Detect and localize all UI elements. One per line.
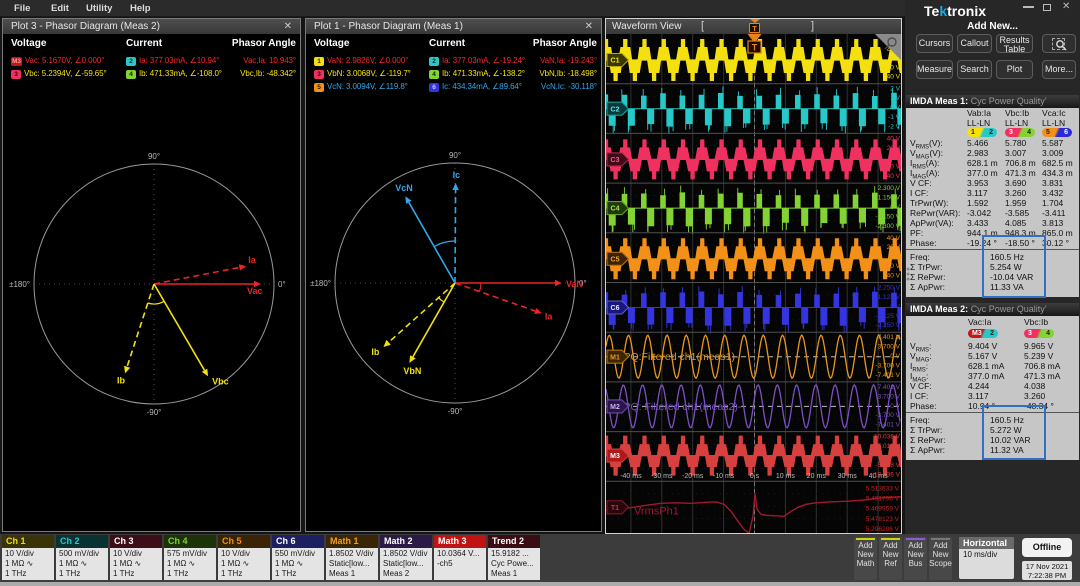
svg-text:C3: C3 <box>611 157 620 164</box>
svg-text:1.125 V: 1.125 V <box>878 294 901 301</box>
svg-text:-20 V: -20 V <box>884 164 900 171</box>
svg-text:0 V: 0 V <box>890 204 900 211</box>
svg-text:-2 V: -2 V <box>888 123 901 130</box>
svg-text:1.150 V: 1.150 V <box>878 195 901 202</box>
svg-text:M2: M2 <box>610 404 620 411</box>
svg-text:C1: C1 <box>611 58 620 65</box>
svg-text:-30 ms: -30 ms <box>651 473 673 480</box>
svg-text:VbN: VbN <box>403 366 421 376</box>
svg-text:10 ms: 10 ms <box>776 473 796 480</box>
svg-text:Ia: Ia <box>545 311 554 321</box>
svg-text:C6: C6 <box>611 305 620 312</box>
svg-text:-40 ms: -40 ms <box>620 473 642 480</box>
svg-text:0 V: 0 V <box>890 353 900 360</box>
svg-text:5.469959 V: 5.469959 V <box>866 506 900 513</box>
svg-text:VrmsPh1: VrmsPh1 <box>634 505 679 517</box>
svg-text:-5.018 V: -5.018 V <box>875 462 900 469</box>
svg-text:-PQ: Filtered ch1(meas2)-: -PQ: Filtered ch1(meas2)- <box>620 401 742 413</box>
svg-text:-1.150 V: -1.150 V <box>875 213 900 220</box>
svg-text:Ic: Ic <box>453 170 461 180</box>
svg-text:Ib: Ib <box>371 347 380 357</box>
svg-text:3.700 V: 3.700 V <box>878 393 901 400</box>
svg-text:T: T <box>752 43 758 53</box>
svg-text:90°: 90° <box>148 152 160 161</box>
svg-text:-7.401 V: -7.401 V <box>875 372 900 379</box>
svg-text:0 V: 0 V <box>890 303 900 310</box>
svg-text:T1: T1 <box>611 505 619 512</box>
svg-text:20 ms: 20 ms <box>807 473 827 480</box>
svg-text:0 s: 0 s <box>750 473 760 480</box>
svg-text:10.036 V: 10.036 V <box>874 434 901 441</box>
svg-text:-10 ms: -10 ms <box>713 473 735 480</box>
svg-text:-20 V: -20 V <box>884 64 900 71</box>
svg-text:3.700 V: 3.700 V <box>878 344 901 351</box>
svg-text:±180°: ±180° <box>9 280 30 289</box>
svg-text:20 V: 20 V <box>887 244 901 251</box>
svg-text:0°: 0° <box>278 280 286 289</box>
svg-text:2.300 V: 2.300 V <box>878 185 901 192</box>
svg-text:0 V: 0 V <box>890 105 900 112</box>
svg-text:90°: 90° <box>449 151 461 160</box>
svg-text:M3: M3 <box>610 453 620 460</box>
svg-text:Vbc: Vbc <box>212 376 229 386</box>
svg-text:-3.700 V: -3.700 V <box>875 412 900 419</box>
svg-text:2.250 V: 2.250 V <box>878 285 901 292</box>
svg-text:-20 V: -20 V <box>884 263 900 270</box>
svg-text:±180°: ±180° <box>310 279 331 288</box>
svg-text:-1 V: -1 V <box>888 114 901 121</box>
svg-text:VaN: VaN <box>566 279 583 289</box>
svg-text:-90°: -90° <box>448 407 463 416</box>
svg-text:Ia: Ia <box>248 255 257 265</box>
svg-text:VcN: VcN <box>395 183 413 193</box>
svg-text:C2: C2 <box>611 106 620 113</box>
svg-text:0 V: 0 V <box>890 403 900 410</box>
svg-text:-PQ:Filtered ch1(meas1)-: -PQ:Filtered ch1(meas1)- <box>620 351 739 363</box>
svg-text:C4: C4 <box>611 206 620 213</box>
svg-text:0 V: 0 V <box>890 453 900 460</box>
svg-text:-7.401 V: -7.401 V <box>875 422 900 429</box>
svg-text:40 V: 40 V <box>887 135 901 142</box>
svg-text:-1.125 V: -1.125 V <box>875 313 900 320</box>
svg-text:5.491796 V: 5.491796 V <box>866 496 900 503</box>
svg-text:-2.250 V: -2.250 V <box>875 322 900 329</box>
svg-text:-40 V: -40 V <box>884 74 900 81</box>
svg-text:0 V: 0 V <box>890 254 900 261</box>
svg-text:-90°: -90° <box>147 408 162 417</box>
svg-text:Ib: Ib <box>117 375 126 385</box>
svg-text:5.478123 V: 5.478123 V <box>866 516 900 523</box>
svg-text:5.018 V: 5.018 V <box>878 443 901 450</box>
svg-text:20 V: 20 V <box>887 145 901 152</box>
svg-text:1 V: 1 V <box>890 95 900 102</box>
svg-text:0 V: 0 V <box>890 154 900 161</box>
svg-text:Vac: Vac <box>247 286 263 296</box>
svg-text:-10.036 V: -10.036 V <box>872 471 901 478</box>
svg-text:-40 V: -40 V <box>884 273 900 280</box>
svg-text:C5: C5 <box>611 256 620 263</box>
svg-text:5.296286 V: 5.296286 V <box>866 526 900 533</box>
svg-text:40 V: 40 V <box>887 235 901 242</box>
svg-text:-20 ms: -20 ms <box>682 473 704 480</box>
svg-text:-3.700 V: -3.700 V <box>875 363 900 370</box>
svg-text:30 ms: 30 ms <box>838 473 858 480</box>
svg-text:-2.300 V: -2.300 V <box>875 223 900 230</box>
svg-text:5.513633 V: 5.513633 V <box>866 485 900 492</box>
svg-text:M1: M1 <box>610 354 620 361</box>
svg-text:7.401 V: 7.401 V <box>878 384 901 391</box>
svg-text:-40 V: -40 V <box>884 173 900 180</box>
svg-text:2 V: 2 V <box>890 86 900 93</box>
svg-text:7.401 V: 7.401 V <box>878 334 901 341</box>
